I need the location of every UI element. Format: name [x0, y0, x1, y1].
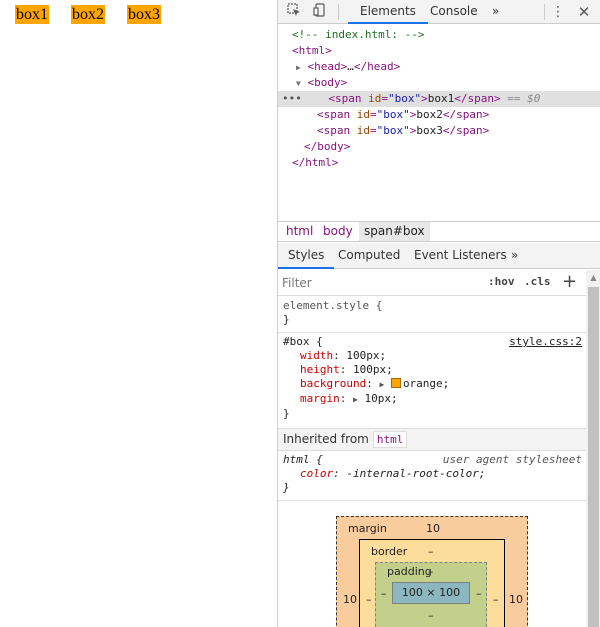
breadcrumb-span-box[interactable]: span#box: [359, 222, 430, 241]
user-agent-source: user agent stylesheet: [442, 453, 582, 466]
dom-html-open[interactable]: <html>: [278, 43, 600, 59]
css-declaration[interactable]: width: 100px;: [283, 349, 581, 363]
box-model-margin[interactable]: margin 10 10 10 border – – – padding – –…: [336, 516, 528, 627]
css-declaration[interactable]: margin: ▶ 10px;: [283, 392, 581, 407]
new-rule-icon[interactable]: +: [562, 271, 577, 292]
dom-head[interactable]: ▶ <head>…</head>: [278, 59, 600, 75]
expand-triangle-icon[interactable]: ▶: [353, 395, 358, 404]
tab-elements[interactable]: Elements: [348, 0, 428, 24]
more-tabs-icon[interactable]: »: [492, 0, 499, 24]
box2-span[interactable]: box2: [71, 5, 105, 24]
inherited-html-link[interactable]: html: [372, 431, 408, 448]
css-declaration[interactable]: background: ▶ orange;: [283, 377, 581, 392]
color-swatch-icon[interactable]: [390, 378, 401, 388]
box-model-border[interactable]: border – – – padding – – – – 100 × 100: [359, 539, 505, 627]
dom-span-row-selected[interactable]: ••• <span id="box">box1</span> == $0: [278, 91, 600, 107]
box-model-diagram: margin 10 10 10 border – – – padding – –…: [278, 501, 586, 627]
inherited-from-header: Inherited from html: [278, 429, 586, 451]
collapse-triangle-icon[interactable]: ▼: [296, 79, 301, 88]
row-options-icon[interactable]: •••: [282, 92, 302, 105]
breadcrumb-body[interactable]: body: [318, 222, 358, 241]
dom-body-open[interactable]: ▼ <body>: [278, 75, 600, 91]
dom-body-close[interactable]: </body>: [278, 139, 600, 155]
devtools-panel: Elements Console » ⋮ ✕ <!-- index.html: …: [277, 0, 600, 627]
box1-span[interactable]: box1: [15, 5, 49, 24]
html-ua-rule[interactable]: html { user agent stylesheet color: -int…: [278, 451, 586, 501]
close-icon[interactable]: ✕: [575, 3, 593, 21]
expand-triangle-icon[interactable]: ▶: [296, 63, 301, 72]
tab-computed[interactable]: Computed: [338, 243, 400, 269]
css-declaration[interactable]: color: -internal-root-color;: [283, 467, 581, 481]
breadcrumb: html body span#box: [278, 221, 600, 242]
device-toolbar-icon[interactable]: [311, 3, 329, 21]
styles-subtabs: Styles Computed Event Listeners »: [278, 243, 600, 269]
more-subtabs-icon[interactable]: »: [511, 243, 518, 269]
scrollbar-thumb[interactable]: [588, 287, 599, 627]
dom-html-close[interactable]: </html>: [278, 155, 600, 171]
kebab-menu-icon[interactable]: ⋮: [549, 3, 567, 21]
devtools-toolbar: Elements Console » ⋮ ✕: [278, 0, 600, 24]
styles-filter-input[interactable]: [282, 274, 478, 292]
dom-tree: <!-- index.html: --> <html> ▶ <head>…</h…: [278, 25, 600, 220]
box3-span[interactable]: box3: [127, 5, 161, 24]
stylesheet-link[interactable]: style.css:2: [509, 335, 582, 349]
tab-console[interactable]: Console: [430, 0, 478, 24]
tab-event-listeners[interactable]: Event Listeners: [414, 243, 507, 269]
box-style-rule[interactable]: #box { style.css:2 width: 100px; height:…: [278, 333, 586, 429]
inspect-element-icon[interactable]: [285, 3, 303, 21]
dom-span-row[interactable]: <span id="box">box3</span>: [278, 123, 600, 139]
breadcrumb-html[interactable]: html: [281, 222, 318, 241]
dom-span-row[interactable]: <span id="box">box2</span>: [278, 107, 600, 123]
page-preview: box1 box2 box3: [0, 0, 277, 627]
css-declaration[interactable]: height: 100px;: [283, 363, 581, 377]
styles-filter-bar: :hov .cls +: [278, 270, 586, 296]
hover-state-toggle[interactable]: :hov: [488, 275, 515, 288]
class-toggle[interactable]: .cls: [524, 275, 551, 288]
tab-styles[interactable]: Styles: [278, 243, 335, 269]
element-style-rule[interactable]: element.style { }: [278, 297, 586, 333]
box-model-content[interactable]: 100 × 100: [392, 582, 470, 604]
box-model-padding[interactable]: padding – – – – 100 × 100: [375, 562, 487, 627]
scroll-up-arrow-icon[interactable]: ▲: [586, 270, 600, 285]
expand-triangle-icon[interactable]: ▶: [379, 380, 384, 389]
styles-scrollbar[interactable]: ▲: [586, 270, 600, 627]
dom-comment[interactable]: <!-- index.html: -->: [278, 27, 600, 43]
